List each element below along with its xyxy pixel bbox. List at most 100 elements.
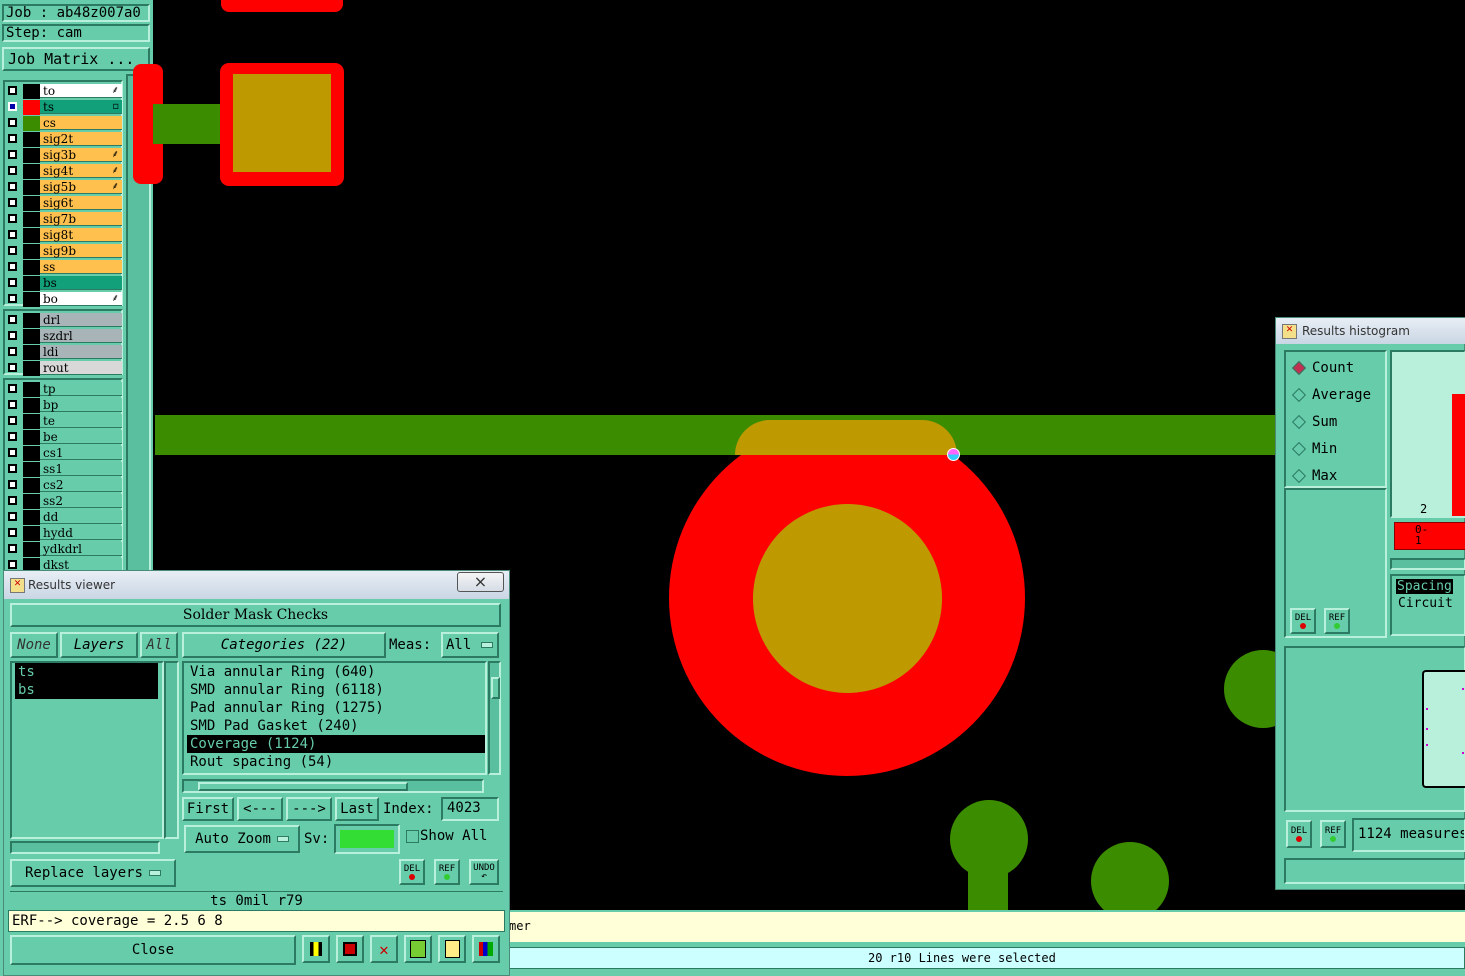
layer-color-swatch[interactable]: [23, 414, 40, 429]
layer-name[interactable]: dd: [40, 510, 122, 524]
layer-row-dd[interactable]: dd: [5, 510, 122, 525]
layer-checkbox[interactable]: [8, 347, 17, 356]
layer-checkbox[interactable]: [8, 528, 17, 537]
category-item[interactable]: Via annular Ring (640): [187, 663, 485, 681]
measure-tool-icon[interactable]: [302, 935, 330, 963]
layer-name[interactable]: cs2: [40, 478, 122, 492]
layer-name[interactable]: sig3b ⸙: [40, 148, 122, 162]
layer-checkbox[interactable]: [8, 363, 17, 372]
meas-select[interactable]: All: [441, 632, 499, 658]
aggregate-option-average[interactable]: Average: [1290, 385, 1371, 405]
layer-name[interactable]: bs: [40, 276, 122, 290]
layer-checkbox[interactable]: [8, 480, 17, 489]
layer-row-tp[interactable]: tp: [5, 382, 122, 397]
layer-row-be[interactable]: be: [5, 430, 122, 445]
layer-name[interactable]: cs: [40, 116, 122, 130]
layer-checkbox[interactable]: [8, 118, 17, 127]
histogram-hscrollbar[interactable]: [1390, 558, 1465, 570]
layer-name[interactable]: sig6t: [40, 196, 122, 210]
first-button[interactable]: First: [182, 797, 234, 821]
layer-color-swatch[interactable]: [23, 132, 40, 147]
category-item[interactable]: Rout spacing (54): [187, 753, 485, 771]
hscroll-thumb[interactable]: [198, 782, 408, 791]
layer-color-swatch[interactable]: [23, 430, 40, 445]
last-button[interactable]: Last: [335, 797, 379, 821]
layer-checkbox[interactable]: [8, 496, 17, 505]
layer-row-to[interactable]: to ⸙: [5, 84, 122, 99]
layer-color-swatch[interactable]: [23, 84, 40, 99]
clear-tool-icon[interactable]: ✕: [370, 935, 398, 963]
layer-checkbox[interactable]: [8, 278, 17, 287]
layer-name[interactable]: sig9b: [40, 244, 122, 258]
category-hscrollbar[interactable]: [182, 779, 484, 793]
layer-row-ss2[interactable]: ss2: [5, 494, 122, 509]
layer-name[interactable]: bo ⸙: [40, 292, 122, 306]
histogram-tool-icon[interactable]: [472, 935, 500, 963]
layer-checkbox[interactable]: [8, 230, 17, 239]
compare-tool-icon[interactable]: [404, 935, 432, 963]
layer-color-swatch[interactable]: [23, 116, 40, 131]
layer-color-swatch[interactable]: [23, 361, 40, 376]
layer-color-swatch[interactable]: [23, 398, 40, 413]
layer-name[interactable]: be: [40, 430, 122, 444]
layer-checkbox[interactable]: [8, 464, 17, 473]
layer-color-swatch[interactable]: [23, 164, 40, 179]
layer-list-hscrollbar[interactable]: [10, 841, 160, 854]
layer-row-cs[interactable]: cs: [5, 116, 122, 131]
layer-checkbox[interactable]: [8, 150, 17, 159]
layer-row-drl[interactable]: drl: [5, 313, 122, 328]
layer-list[interactable]: ts bs: [10, 661, 164, 839]
layer-row-ss[interactable]: ss: [5, 260, 122, 275]
auto-zoom-select[interactable]: Auto Zoom: [184, 825, 300, 853]
histogram-del-button[interactable]: DEL: [1290, 608, 1316, 634]
layer-checkbox[interactable]: [8, 448, 17, 457]
layer-row-ydkdrl[interactable]: ydkdrl: [5, 542, 122, 557]
close-button[interactable]: Close: [10, 935, 296, 965]
close-icon[interactable]: ×: [457, 572, 504, 592]
layer-row-sig3b[interactable]: sig3b ⸙: [5, 148, 122, 163]
layer-name[interactable]: cs1: [40, 446, 122, 460]
layer-checkbox[interactable]: [8, 102, 17, 111]
layer-list-scrollbar[interactable]: [164, 661, 179, 839]
layer-checkbox[interactable]: [8, 400, 17, 409]
layer-color-swatch[interactable]: [23, 382, 40, 397]
solder-mask-checks-header[interactable]: Solder Mask Checks: [10, 603, 501, 627]
layer-checkbox[interactable]: [8, 331, 17, 340]
layer-name[interactable]: ss: [40, 260, 122, 274]
layer-row-sig7b[interactable]: sig7b: [5, 212, 122, 227]
layer-checkbox[interactable]: [8, 315, 17, 324]
layer-name[interactable]: te: [40, 414, 122, 428]
layer-row-hydd[interactable]: hydd: [5, 526, 122, 541]
layer-checkbox[interactable]: [8, 182, 17, 191]
aggregate-option-sum[interactable]: Sum: [1290, 412, 1337, 432]
histogram-titlebar[interactable]: ✕ Results histogram: [1276, 318, 1465, 344]
layer-color-swatch[interactable]: [23, 313, 40, 328]
layer-row-sig6t[interactable]: sig6t: [5, 196, 122, 211]
layer-checkbox[interactable]: [8, 512, 17, 521]
layer-row-bo[interactable]: bo ⸙: [5, 292, 122, 307]
aggregate-option-min[interactable]: Min: [1290, 439, 1337, 459]
preview-del-button[interactable]: DEL: [1286, 820, 1312, 848]
category-item[interactable]: SMD annular Ring (6118): [187, 681, 485, 699]
layer-color-swatch[interactable]: [23, 478, 40, 493]
layer-checkbox[interactable]: [8, 384, 17, 393]
category-item[interactable]: Coverage (1124): [187, 735, 485, 753]
show-all-checkbox[interactable]: [406, 830, 419, 843]
layer-name[interactable]: hydd: [40, 526, 122, 540]
layer-name[interactable]: sig5b ⸙: [40, 180, 122, 194]
error-tool-icon[interactable]: [336, 935, 364, 963]
result-layer-item[interactable]: ts: [15, 663, 158, 681]
category-item[interactable]: Pad annular Ring (1275): [187, 699, 485, 717]
layer-checkbox[interactable]: [8, 560, 17, 569]
layer-checkbox[interactable]: [8, 214, 17, 223]
layer-row-ts[interactable]: ts ▫: [5, 100, 122, 115]
layer-color-swatch[interactable]: [23, 526, 40, 541]
layer-checkbox[interactable]: [8, 294, 17, 303]
layer-row-sig5b[interactable]: sig5b ⸙: [5, 180, 122, 195]
layer-color-swatch[interactable]: [23, 510, 40, 525]
layer-checkbox[interactable]: [8, 166, 17, 175]
layer-name[interactable]: sig4t ⸙: [40, 164, 122, 178]
layer-row-szdrl[interactable]: szdrl: [5, 329, 122, 344]
legend-spacing[interactable]: Spacing: [1396, 579, 1453, 594]
report-tool-icon[interactable]: [438, 935, 466, 963]
